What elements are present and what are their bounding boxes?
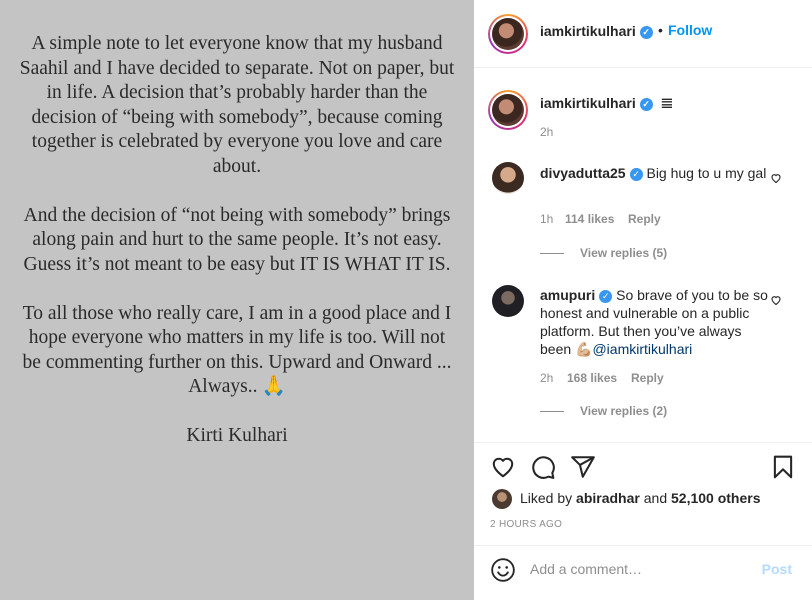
note-paragraph-2: And the decision of “not being with some… [23, 204, 451, 275]
caption-row: iamkirtikulhari ✓ 𝌆 [540, 95, 673, 112]
comment-time: 1h [540, 212, 554, 226]
likes-conj: and [643, 490, 668, 506]
comment-likes[interactable]: 114 likes [565, 212, 614, 226]
view-replies-label: View replies (5) [580, 246, 668, 260]
share-icon[interactable] [570, 454, 596, 480]
verified-icon: ✓ [639, 25, 653, 39]
comment-like-heart-icon[interactable] [770, 294, 782, 306]
pray-emoji: 🙏 [261, 376, 286, 397]
replies-divider [540, 411, 564, 413]
comment-like-heart-icon[interactable] [770, 172, 782, 184]
caption-time: 2h [540, 125, 554, 139]
comment-username[interactable]: divyadutta25 [540, 165, 626, 181]
caption-text: 𝌆 [660, 95, 674, 111]
view-replies-button[interactable]: View replies (2) [540, 404, 667, 418]
caption-username[interactable]: iamkirtikulhari [540, 95, 636, 111]
likes-others-link[interactable]: 52,100 others [671, 490, 761, 506]
note-paragraph-3: To all those who really care, I am in a … [18, 302, 456, 400]
author-username-row: iamkirtikulhari ✓ [540, 23, 653, 39]
comment-1: divyadutta25 ✓ Big hug to u my gal [540, 164, 770, 182]
comment-mention-link[interactable]: @iamkirtikulhari [592, 341, 692, 357]
liker-avatar[interactable] [492, 489, 512, 509]
post-panel: iamkirtikulhari ✓ • Follow iamkirtikulhar… [474, 0, 812, 600]
view-replies-label: View replies (2) [580, 404, 668, 418]
note-text: A simple note to let everyone know that … [18, 32, 456, 473]
comment-reply-button[interactable]: Reply [631, 371, 664, 385]
verified-icon: ✓ [629, 167, 643, 181]
comment-avatar[interactable] [492, 285, 524, 317]
comment-likes-count: 168 likes [567, 371, 618, 385]
likes-prefix: Liked by [520, 490, 573, 506]
likes-summary: Liked by abiradhar and 52,100 others [520, 490, 761, 506]
post-timestamp[interactable]: 2 HOURS AGO [490, 519, 562, 530]
reply-label: Reply [631, 371, 664, 385]
comment-time: 2h [540, 371, 554, 385]
actions-divider [474, 442, 812, 443]
note-paragraph-1: A simple note to let everyone know that … [19, 33, 455, 177]
reply-label: Reply [628, 212, 661, 226]
header-separator: • [658, 22, 663, 38]
comment-icon[interactable] [530, 454, 556, 480]
comment-text: Big hug to u my gal [646, 165, 767, 181]
comment-likes-count: 114 likes [565, 212, 615, 226]
author-username[interactable]: iamkirtikulhari [540, 23, 636, 39]
view-replies-button[interactable]: View replies (5) [540, 246, 667, 260]
post-header: iamkirtikulhari ✓ • Follow [474, 0, 812, 68]
smile-icon[interactable] [490, 557, 516, 583]
post-comment-button[interactable]: Post [762, 561, 792, 577]
comment-reply-button[interactable]: Reply [628, 212, 661, 226]
heart-icon[interactable] [490, 454, 516, 480]
verified-icon: ✓ [599, 289, 613, 303]
verified-icon: ✓ [639, 97, 653, 111]
caption-avatar[interactable] [488, 90, 528, 130]
post-image[interactable]: A simple note to let everyone know that … [0, 0, 474, 600]
note-paragraph-3-text: To all those who really care, I am in a … [22, 302, 452, 398]
replies-divider [540, 253, 564, 255]
comment-likes[interactable]: 168 likes [567, 371, 617, 385]
comment-username[interactable]: amupuri [540, 287, 595, 303]
follow-button[interactable]: Follow [668, 22, 712, 38]
comment-avatar[interactable] [492, 162, 524, 194]
comment-2: amupuri ✓ So brave of you to be so honest… [540, 286, 770, 358]
note-signature: Kirti Kulhari [186, 425, 288, 446]
comment-input[interactable]: Add a comment… [530, 561, 642, 577]
bookmark-icon[interactable] [770, 454, 796, 480]
liker-username[interactable]: abiradhar [576, 490, 640, 506]
author-avatar[interactable] [488, 14, 528, 54]
comment-box-divider [474, 545, 812, 546]
